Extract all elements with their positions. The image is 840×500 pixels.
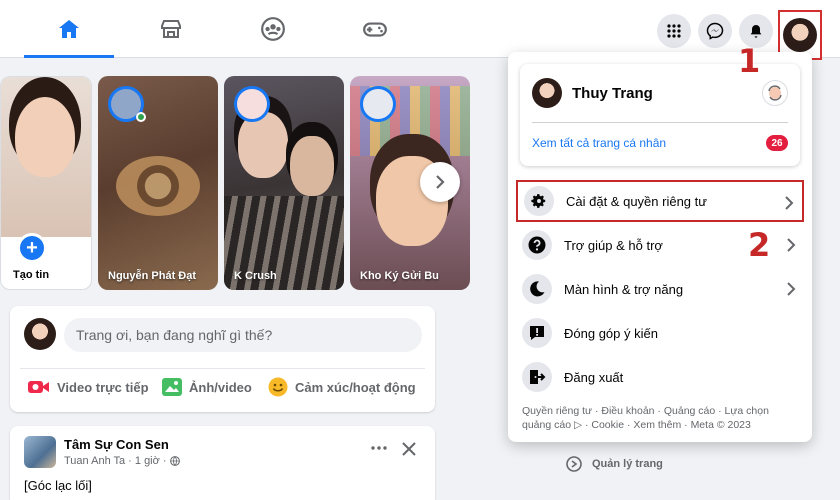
story-person (290, 136, 334, 196)
photo-video-button[interactable]: Ảnh/video (162, 376, 252, 398)
marketplace-tab[interactable] (126, 0, 216, 58)
home-icon (59, 20, 79, 38)
whats-on-your-mind-input[interactable]: Trang ơi, bạn đang nghĩ gì thế? (64, 318, 422, 352)
give-feedback-item[interactable]: Đóng góp ý kiến (516, 312, 804, 354)
menu-grid-button[interactable] (657, 14, 691, 48)
display-accessibility-label: Màn hình & trợ năng (564, 281, 684, 297)
post-page-name[interactable]: Tâm Sự Con Sen (64, 437, 169, 452)
photo-video-label: Ảnh/video (189, 379, 252, 395)
story-avatar (360, 86, 396, 122)
chevron-right-icon (785, 196, 794, 210)
create-story-photo (1, 77, 91, 237)
story-name: Kho Ký Gửi Bu (360, 270, 439, 282)
live-video-icon (28, 381, 49, 393)
bell-icon (750, 25, 762, 38)
avatar (783, 18, 817, 52)
display-accessibility-item[interactable]: Màn hình & trợ năng (516, 268, 804, 310)
groups-icon (261, 17, 285, 41)
feeling-activity-button[interactable]: Cảm xúc/hoạt động (268, 376, 416, 398)
profile-name: Thuy Trang (572, 84, 653, 102)
close-icon (402, 442, 416, 456)
log-out-item[interactable]: Đăng xuất (516, 356, 804, 398)
story-card[interactable]: K Crush (224, 76, 344, 290)
profiles-count-badge: 26 (766, 135, 788, 151)
manage-page-icon (566, 456, 582, 472)
feedback-icon-wrapper (522, 318, 552, 348)
story-name: Nguyễn Phát Đạt (108, 270, 197, 282)
post-composer: Trang ơi, bạn đang nghĩ gì thế? Video tr… (10, 306, 435, 412)
menu-footer-links[interactable]: Quyền riêng tư · Điều khoản · Quảng cáo … (522, 404, 798, 432)
story-person (238, 112, 288, 178)
stories-next-button[interactable] (420, 162, 460, 202)
story-food-image (116, 156, 200, 216)
switch-account-icon (768, 85, 782, 101)
see-all-profiles-link[interactable]: Xem tất cả trang cá nhân (532, 136, 666, 150)
home-tab[interactable] (24, 0, 114, 58)
feed-post: Tâm Sự Con Sen Tuan Anh Ta · 1 giờ · [Gó… (10, 426, 435, 500)
hide-post-button[interactable] (398, 438, 420, 460)
story-face (15, 97, 75, 177)
manage-page-label: Quản lý trang (592, 458, 663, 470)
divider (20, 368, 425, 369)
plus-icon: + (26, 237, 38, 259)
photo-icon (162, 378, 182, 396)
chevron-right-icon (787, 282, 796, 296)
post-text: [Góc lạc lối] (24, 478, 92, 493)
story-card[interactable]: Nguyễn Phát Đạt (98, 76, 218, 290)
feedback-icon (530, 326, 544, 340)
settings-icon-wrapper (524, 186, 554, 216)
divider (532, 122, 788, 123)
globe-icon (169, 456, 180, 466)
messenger-button[interactable] (698, 14, 732, 48)
help-support-label: Trợ giúp & hỗ trợ (564, 237, 663, 253)
chevron-right-icon (787, 238, 796, 252)
step-one-callout: 1 (738, 42, 761, 80)
post-author[interactable]: Tuan Anh Ta (64, 455, 125, 467)
log-out-label: Đăng xuất (564, 369, 624, 385)
more-horizontal-icon (371, 446, 387, 450)
post-meta: Tuan Anh Ta · 1 giờ · (64, 455, 180, 467)
help-icon-wrapper (522, 230, 552, 260)
top-navigation-bar (0, 0, 840, 60)
add-story-button[interactable]: + (17, 233, 47, 263)
create-story-label: Tạo tin (13, 269, 50, 281)
story-avatar (234, 86, 270, 122)
live-video-button[interactable]: Video trực tiếp (28, 376, 149, 398)
post-options-button[interactable] (366, 438, 392, 458)
chevron-right-icon (436, 175, 445, 189)
gear-icon (531, 194, 546, 208)
gamepad-icon (363, 22, 387, 37)
switch-profile-button[interactable] (762, 80, 788, 106)
story-name: K Crush (234, 270, 277, 282)
page-avatar (24, 436, 56, 468)
feeling-activity-label: Cảm xúc/hoạt động (295, 379, 416, 395)
step-two-callout: 2 (748, 226, 771, 264)
moon-icon (530, 281, 545, 297)
give-feedback-label: Đóng góp ý kiến (564, 325, 658, 341)
gaming-tab[interactable] (330, 0, 420, 58)
logout-icon-wrapper (522, 362, 552, 392)
settings-privacy-item[interactable]: Cài đặt & quyền riêng tư (516, 180, 804, 222)
avatar (24, 318, 56, 350)
logout-icon (530, 370, 546, 384)
post-time: · 1 giờ · (128, 455, 167, 467)
online-indicator (136, 112, 146, 122)
messenger-icon (706, 22, 724, 40)
display-icon-wrapper (522, 274, 552, 304)
smiley-icon (268, 377, 288, 397)
question-icon (528, 236, 546, 254)
groups-tab[interactable] (228, 0, 318, 58)
avatar (532, 78, 562, 108)
marketplace-icon (161, 20, 181, 38)
settings-privacy-label: Cài đặt & quyền riêng tư (566, 193, 707, 209)
manage-page-link[interactable]: Quản lý trang (566, 456, 663, 472)
grid-icon (667, 24, 681, 38)
create-story-card[interactable]: + Tạo tin (0, 76, 92, 290)
live-video-label: Video trực tiếp (57, 379, 149, 395)
